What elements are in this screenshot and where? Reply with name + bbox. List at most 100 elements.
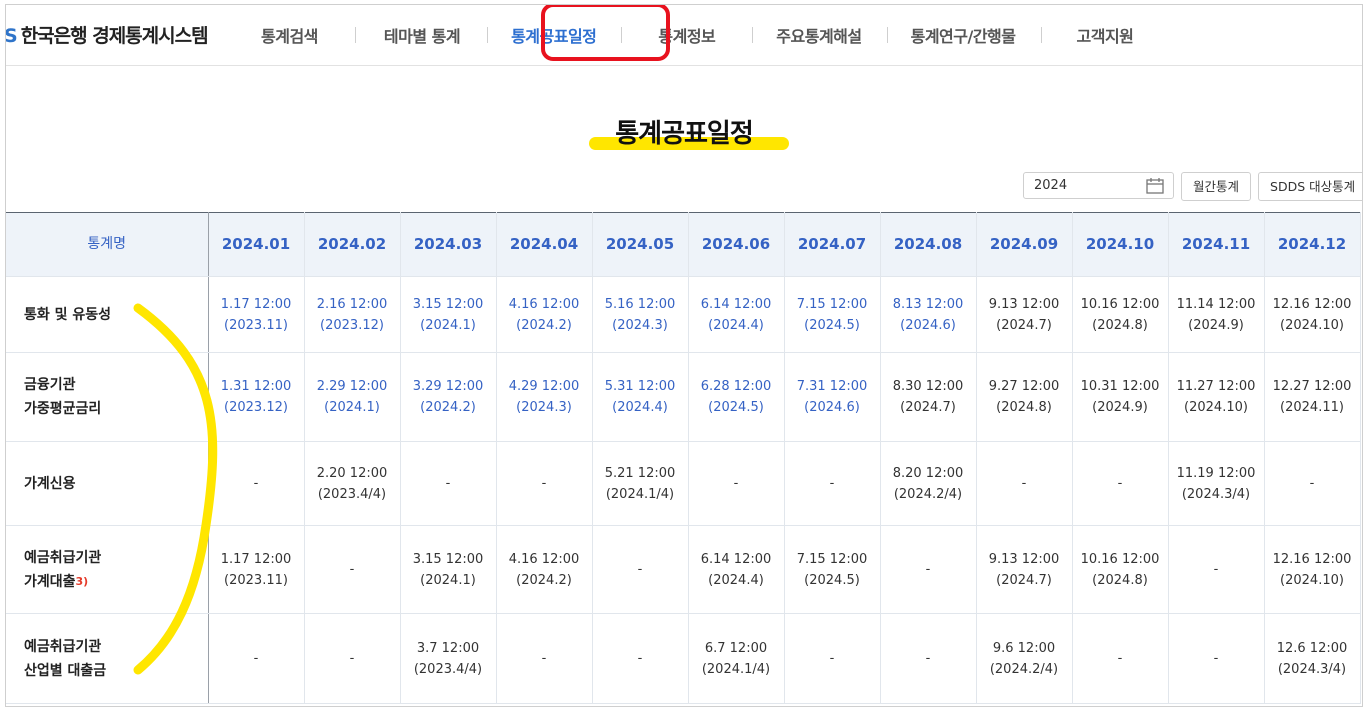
release-datetime: 9.13 12:00 (988, 296, 1060, 312)
release-datetime: 4.29 12:00 (508, 379, 580, 394)
column-header-month: 2024.05 (592, 212, 689, 277)
release-datetime: 2.16 12:00 (316, 296, 388, 312)
schedule-cell[interactable]: 12.16 12:00 (2024.10) (1264, 276, 1361, 353)
release-datetime: - (1021, 476, 1027, 491)
column-header-month: 2024.04 (496, 212, 593, 277)
schedule-cell[interactable]: 4.29 12:00 (2024.3) (496, 352, 593, 442)
release-datetime: 12.27 12:00 (1272, 379, 1352, 394)
schedule-cell[interactable]: 2.29 12:00 (2024.1) (304, 352, 401, 442)
release-datetime: 9.27 12:00 (988, 379, 1060, 394)
schedule-cell[interactable]: 6.7 12:00 (2024.1/4) (688, 613, 785, 704)
schedule-cell[interactable]: 10.16 12:00 (2024.8) (1072, 525, 1169, 614)
release-datetime: 11.19 12:00 (1176, 465, 1256, 481)
stat-name-cell: 금융기관 가중평균금리 (6, 352, 209, 442)
reference-period: (2024.3) (516, 400, 572, 415)
nav-item-customer-support[interactable]: 고객지원 (1077, 23, 1134, 47)
release-datetime: 3.15 12:00 (412, 551, 484, 567)
release-datetime: 9.13 12:00 (988, 551, 1060, 567)
reference-period: (2024.7) (900, 400, 956, 415)
stat-name-cell: 예금취급기관 가계대출3) (6, 525, 209, 614)
sdds-stats-button[interactable]: SDDS 대상통계 (1258, 172, 1362, 201)
nav-item-research-publications[interactable]: 통계연구/간행물 (911, 23, 1016, 47)
release-datetime: - (925, 651, 931, 666)
release-datetime: - (445, 476, 451, 491)
release-datetime: 11.27 12:00 (1176, 379, 1256, 394)
schedule-cell[interactable]: 4.16 12:00 (2024.2) (496, 525, 593, 614)
schedule-cell[interactable]: 2.16 12:00 (2023.12) (304, 276, 401, 353)
year-input[interactable]: 2024 (1023, 172, 1174, 199)
schedule-cell: - (688, 441, 785, 526)
schedule-cell[interactable]: 3.15 12:00 (2024.1) (400, 276, 497, 353)
schedule-cell[interactable]: 10.31 12:00 (2024.9) (1072, 352, 1169, 442)
nav-item-theme-stats[interactable]: 테마별 통계 (384, 23, 461, 47)
site-logo[interactable]: S 한국은행 경제통계시스템 (6, 21, 209, 48)
monthly-stats-button[interactable]: 월간통계 (1181, 172, 1252, 201)
schedule-cell[interactable]: 11.14 12:00 (2024.9) (1168, 276, 1265, 353)
release-datetime: 3.7 12:00 (416, 640, 480, 656)
year-value: 2024 (1034, 178, 1068, 193)
reference-period: (2024.6) (804, 400, 860, 415)
release-datetime: 3.15 12:00 (412, 296, 484, 312)
schedule-cell[interactable]: 9.13 12:00 (2024.7) (976, 276, 1073, 353)
schedule-cell[interactable]: 12.27 12:00 (2024.11) (1264, 352, 1361, 442)
schedule-cell[interactable]: 7.31 12:00 (2024.6) (784, 352, 881, 442)
reference-period: (2024.1) (420, 572, 476, 588)
schedule-cell[interactable]: 1.17 12:00 (2023.11) (208, 525, 305, 614)
release-datetime: 6.7 12:00 (704, 640, 768, 656)
schedule-cell: - (304, 525, 401, 614)
schedule-cell: - (592, 525, 689, 614)
footnote-marker[interactable]: 3) (76, 575, 89, 588)
schedule-cell[interactable]: 11.19 12:00 (2024.3/4) (1168, 441, 1265, 526)
schedule-cell: - (1168, 613, 1265, 704)
reference-period: (2024.1) (420, 317, 476, 333)
schedule-cell[interactable]: 9.6 12:00 (2024.2/4) (976, 613, 1073, 704)
nav-item-stat-search[interactable]: 통계검색 (261, 23, 318, 47)
schedule-cell: - (592, 613, 689, 704)
schedule-cell[interactable]: 7.15 12:00 (2024.5) (784, 276, 881, 353)
release-datetime: - (541, 476, 547, 491)
schedule-cell[interactable]: 5.31 12:00 (2024.4) (592, 352, 689, 442)
stat-name-cell: 통화 및 유동성 (6, 276, 209, 353)
release-datetime: 1.17 12:00 (220, 296, 292, 312)
release-datetime: 12.16 12:00 (1272, 551, 1352, 567)
schedule-cell[interactable]: 6.14 12:00 (2024.4) (688, 276, 785, 353)
schedule-cell[interactable]: 11.27 12:00 (2024.10) (1168, 352, 1265, 442)
schedule-cell: - (1072, 441, 1169, 526)
schedule-cell[interactable]: 2.20 12:00 (2023.4/4) (304, 441, 401, 526)
column-header-month: 2024.03 (400, 212, 497, 277)
stat-name-line: 통화 및 유동성 (24, 306, 112, 323)
schedule-cell[interactable]: 1.31 12:00 (2023.12) (208, 352, 305, 442)
calendar-icon[interactable] (1146, 178, 1164, 194)
schedule-cell[interactable]: 1.17 12:00 (2023.11) (208, 276, 305, 353)
schedule-cell[interactable]: 5.16 12:00 (2024.3) (592, 276, 689, 353)
release-datetime: 3.29 12:00 (412, 379, 484, 394)
active-nav-highlight-box (541, 5, 670, 61)
schedule-cell[interactable]: 8.20 12:00 (2024.2/4) (880, 441, 977, 526)
schedule-cell[interactable]: 4.16 12:00 (2024.2) (496, 276, 593, 353)
schedule-cell[interactable]: 3.7 12:00 (2023.4/4) (400, 613, 497, 704)
release-datetime: - (733, 476, 739, 491)
reference-period: (2024.6) (900, 317, 956, 333)
reference-period: (2023.4/4) (317, 486, 387, 502)
column-header-month: 2024.08 (880, 212, 977, 277)
schedule-cell[interactable]: 9.27 12:00 (2024.8) (976, 352, 1073, 442)
release-datetime: - (541, 651, 547, 666)
schedule-cell[interactable]: 5.21 12:00 (2024.1/4) (592, 441, 689, 526)
schedule-cell[interactable]: 12.6 12:00 (2024.3/4) (1264, 613, 1361, 704)
schedule-cell[interactable]: 3.29 12:00 (2024.2) (400, 352, 497, 442)
schedule-cell: - (784, 613, 881, 704)
schedule-cell[interactable]: 10.16 12:00 (2024.8) (1072, 276, 1169, 353)
schedule-cell[interactable]: 3.15 12:00 (2024.1) (400, 525, 497, 614)
schedule-cell[interactable]: 8.13 12:00 (2024.6) (880, 276, 977, 353)
schedule-cell[interactable]: 7.15 12:00 (2024.5) (784, 525, 881, 614)
page-title: 통계공표일정 (615, 119, 754, 149)
schedule-cell[interactable]: 6.28 12:00 (2024.5) (688, 352, 785, 442)
schedule-cell[interactable]: 9.13 12:00 (2024.7) (976, 525, 1073, 614)
schedule-cell: - (880, 613, 977, 704)
table-header-row: 통계명 2024.01 2024.02 2024.03 2024.04 2024.05 2… (6, 212, 1361, 277)
schedule-cell[interactable]: 8.30 12:00 (2024.7) (880, 352, 977, 442)
nav-item-stat-commentary[interactable]: 주요통계해설 (776, 23, 862, 47)
schedule-cell[interactable]: 12.16 12:00 (2024.10) (1264, 525, 1361, 614)
schedule-cell[interactable]: 6.14 12:00 (2024.4) (688, 525, 785, 614)
release-datetime: 10.16 12:00 (1080, 551, 1160, 567)
